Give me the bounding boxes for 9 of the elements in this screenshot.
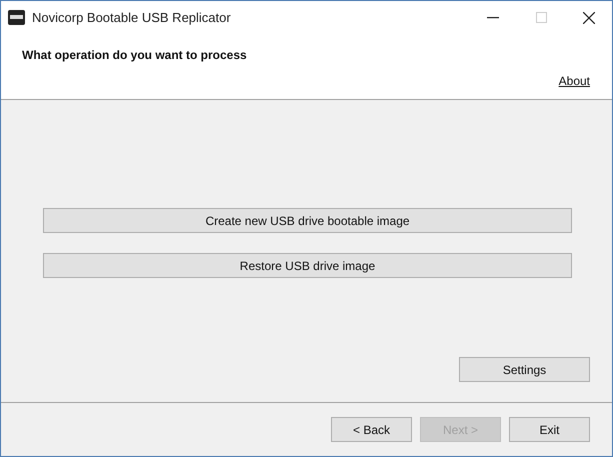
app-icon bbox=[8, 9, 25, 26]
window-title: Novicorp Bootable USB Replicator bbox=[32, 10, 232, 25]
nav-button[interactable]: < Back bbox=[331, 417, 412, 442]
page-heading: What operation do you want to process bbox=[22, 48, 248, 62]
operation-button[interactable]: Create new USB drive bootable image bbox=[43, 208, 572, 233]
nav-button[interactable]: Exit bbox=[509, 417, 590, 442]
settings-button[interactable]: Settings bbox=[459, 357, 590, 382]
operation-button[interactable]: Restore USB drive image bbox=[43, 253, 572, 278]
about-link[interactable]: About bbox=[558, 74, 590, 88]
